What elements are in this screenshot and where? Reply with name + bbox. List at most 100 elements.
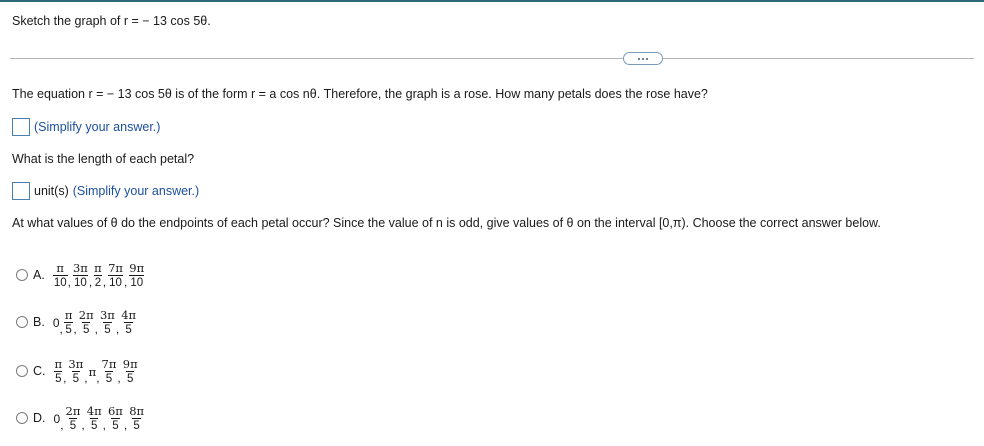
choice-fraction: 2π 5 [78, 309, 95, 336]
choice-expression: 0, π 5, 2π 5, 3π 5, 4π 5 [52, 308, 137, 337]
fraction-denominator: 5 [103, 321, 112, 336]
radio-button[interactable] [16, 365, 28, 377]
top-rule [0, 0, 984, 2]
fraction-denominator: 5 [132, 417, 141, 432]
simplify-hint: (Simplify your answer.) [34, 120, 161, 134]
fraction-denominator: 5 [71, 370, 81, 385]
answer-row-petal-count: (Simplify your answer.) [12, 118, 160, 136]
fraction-numerator: 2π [78, 307, 94, 322]
fraction-numerator: 9π [129, 260, 145, 275]
choice-fraction: 7π 5 [101, 358, 118, 385]
fraction-denominator: 5 [125, 370, 135, 385]
choice-fraction: 4π 5 [86, 405, 103, 432]
comma-separator: , [73, 322, 77, 336]
section-divider [10, 52, 984, 66]
choice-fraction: 9π 10 [128, 262, 145, 289]
comma-separator: , [94, 322, 98, 336]
fraction-numerator: 4π [121, 307, 137, 322]
fraction-numerator: 3π [72, 260, 88, 275]
comma-separator: , [115, 322, 120, 336]
comma-separator: , [63, 371, 67, 385]
choice-letter: B. [33, 315, 45, 329]
choice-fraction: 8π 5 [128, 405, 145, 432]
fraction-numerator: 8π [129, 403, 145, 418]
choice-fraction: 3π 10 [72, 262, 89, 289]
fraction-numerator: 3π [68, 356, 84, 371]
choice-fraction: 7π 10 [107, 262, 124, 289]
more-options-button[interactable] [623, 52, 663, 65]
fraction-denominator: 5 [81, 321, 91, 336]
fraction-denominator: 5 [111, 417, 120, 432]
unit-label: unit(s) [34, 184, 69, 198]
fraction-numerator: 2π [65, 403, 81, 418]
question-petal-count: The equation r = − 13 cos 5θ is of the f… [12, 87, 708, 101]
comma-separator: , [117, 371, 121, 385]
choice-fraction: π5 [64, 309, 74, 336]
choice-term: 0 [52, 316, 60, 330]
fraction-denominator: 5 [124, 321, 133, 336]
comma-separator: , [59, 322, 63, 336]
comma-separator: , [67, 275, 71, 289]
fraction-denominator: 10 [52, 274, 68, 289]
choice-b[interactable]: B. 0, π 5, 2π 5, 3π 5, 4π 5 [16, 308, 137, 336]
choice-expression: π 10, 3π 10, π 2, 7π 10, 9π 10 [52, 260, 145, 289]
radio-button[interactable] [16, 269, 28, 281]
fraction-numerator: 9π [122, 356, 138, 371]
choice-a[interactable]: A. π 10, 3π 10, π 2, 7π 10, 9π 10 [16, 261, 145, 289]
choice-letter: C. [33, 364, 46, 378]
fraction-numerator: 4π [86, 403, 102, 418]
comma-separator: , [84, 371, 88, 385]
fraction-denominator: 5 [104, 370, 114, 385]
fraction-denominator: 2 [93, 274, 103, 289]
fraction-numerator: 3π [99, 307, 115, 322]
comma-separator: , [60, 418, 64, 432]
comma-separator: , [102, 418, 106, 432]
fraction-denominator: 5 [89, 417, 99, 432]
fraction-denominator: 10 [108, 274, 123, 289]
comma-separator: , [102, 275, 107, 289]
problem-statement: Sketch the graph of r = − 13 cos 5θ. [12, 14, 211, 28]
question-petal-length: What is the length of each petal? [12, 152, 195, 166]
fraction-numerator: π [56, 260, 64, 275]
choice-fraction: π5 [54, 358, 64, 385]
choice-letter: D. [33, 411, 46, 425]
choice-fraction: 6π 5 [107, 405, 124, 432]
fraction-numerator: 7π [101, 356, 117, 371]
fraction-numerator: π [64, 307, 73, 322]
choice-fraction: π2 [93, 262, 103, 289]
choice-fraction: 3π 5 [67, 358, 84, 385]
choice-c[interactable]: C. π 5, 3π 5, π, 7π 5, 9π 5 [16, 357, 139, 385]
petal-count-input[interactable] [12, 118, 30, 136]
fraction-numerator: 7π [108, 260, 123, 275]
fraction-numerator: π [54, 356, 63, 371]
comma-separator: , [96, 371, 100, 385]
fraction-denominator: 10 [72, 274, 88, 289]
petal-length-input[interactable] [12, 182, 30, 200]
comma-separator: , [123, 275, 128, 289]
choice-expression: 0, 2π 5, 4π 5, 6π 5, 8π 5 [53, 404, 146, 433]
choice-term: 0 [53, 412, 61, 426]
fraction-numerator: π [94, 260, 102, 275]
choice-fraction: 2π 5 [65, 405, 82, 432]
choice-d[interactable]: D. 0, 2π 5, 4π 5, 6π 5, 8π 5 [16, 404, 145, 432]
choice-fraction: 9π 5 [122, 358, 139, 385]
choice-term: π [88, 365, 97, 379]
choice-expression: π 5, 3π 5, π, 7π 5, 9π 5 [54, 357, 139, 385]
simplify-hint: (Simplify your answer.) [72, 184, 200, 198]
radio-button[interactable] [16, 412, 28, 424]
fraction-denominator: 5 [68, 417, 78, 432]
choice-fraction: 3π 5 [99, 309, 116, 336]
comma-separator: , [81, 418, 85, 432]
comma-separator: , [123, 418, 128, 432]
comma-separator: , [88, 275, 93, 289]
fraction-denominator: 10 [129, 274, 145, 289]
choice-fraction: 4π 5 [120, 309, 137, 336]
question-endpoints: At what values of θ do the endpoints of … [12, 216, 881, 230]
radio-button[interactable] [16, 316, 28, 328]
divider-line [10, 58, 974, 59]
answer-row-petal-length: unit(s) (Simplify your answer.) [12, 182, 199, 200]
fraction-denominator: 5 [54, 370, 63, 385]
choice-fraction: π 10 [52, 260, 68, 289]
choice-letter: A. [33, 268, 45, 282]
fraction-numerator: 6π [107, 403, 123, 418]
